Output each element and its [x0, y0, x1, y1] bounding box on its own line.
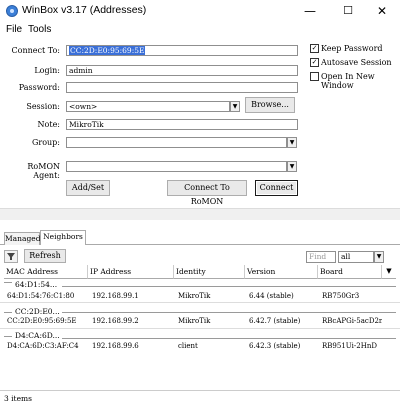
winbox-app-icon — [6, 5, 18, 17]
open-new-window-label: Open In New Window — [321, 72, 375, 90]
cell-mac[interactable]: D4:CA:6D:C3:AF:C4 — [7, 342, 87, 350]
connect-to-label: Connect To: — [11, 46, 60, 55]
cell-board[interactable]: RBcAPGi-5acD2nD — [322, 317, 382, 325]
group-header[interactable]: D4:CA:6D... — [15, 331, 60, 340]
open-new-window-checkbox[interactable] — [310, 72, 319, 81]
column-board[interactable]: Board — [318, 265, 382, 279]
title-bar[interactable]: WinBox v3.17 (Addresses) — ☐ ✕ — [0, 0, 400, 22]
cell-ip[interactable]: 192.168.99.2 — [92, 317, 172, 325]
romon-agent-label: RoMON Agent: — [27, 162, 60, 180]
cell-identity[interactable]: MikroTik — [178, 292, 244, 300]
cell-ip[interactable]: 192.168.99.1 — [92, 292, 172, 300]
tab-neighbors[interactable]: Neighbors — [40, 230, 86, 245]
group-header[interactable]: 64:D1:54... — [15, 280, 57, 289]
cell-version[interactable]: 6.42.7 (stable) — [249, 317, 317, 325]
cell-mac[interactable]: 64:D1:54:76:C1:80 — [7, 292, 87, 300]
session-label: Session: — [26, 102, 60, 111]
note-label: Note: — [37, 120, 60, 129]
splitter[interactable] — [0, 208, 400, 220]
keep-password-label: Keep Password — [321, 44, 383, 53]
filter-icon — [7, 253, 15, 260]
password-input[interactable] — [66, 82, 298, 93]
minimize-button[interactable]: — — [292, 0, 328, 22]
group-label: Group: — [32, 138, 60, 147]
cell-board[interactable]: RB951Ui-2HnD — [322, 342, 382, 350]
menu-tools[interactable]: Tools — [28, 22, 51, 37]
login-label: Login: — [34, 66, 60, 75]
group-line — [4, 282, 12, 283]
group-separator — [62, 286, 396, 287]
row-divider — [0, 302, 400, 303]
find-input[interactable]: Find — [306, 251, 336, 263]
autosave-session-label: Autosave Session — [321, 58, 392, 67]
note-input[interactable]: MikroTik — [66, 119, 298, 130]
row-divider — [0, 328, 400, 329]
cell-version[interactable]: 6.44 (stable) — [249, 292, 317, 300]
filter-button[interactable] — [4, 250, 18, 263]
add-set-button[interactable]: Add/Set — [66, 180, 110, 196]
column-dropdown-icon[interactable]: ▼ — [382, 265, 396, 279]
group-line — [4, 336, 12, 337]
window-title: WinBox v3.17 (Addresses) — [22, 4, 147, 16]
connect-to-value: CC:2D:E0:95:69:5E — [69, 46, 146, 55]
tab-managed[interactable]: Managed — [4, 232, 41, 245]
filter-dropdown-icon[interactable]: ▼ — [374, 251, 384, 263]
browse-button[interactable]: Browse... — [245, 97, 295, 113]
column-identity[interactable]: Identity — [174, 265, 245, 279]
menu-bar: File Tools — [0, 22, 400, 37]
cell-board[interactable]: RB750Gr3 — [322, 292, 382, 300]
refresh-button[interactable]: Refresh — [24, 249, 66, 263]
romon-dropdown-icon[interactable]: ▼ — [287, 161, 297, 172]
connect-button[interactable]: Connect — [255, 180, 298, 196]
column-mac-address[interactable]: MAC Address — [4, 265, 88, 279]
login-input[interactable]: admin — [66, 65, 298, 76]
column-ip-address[interactable]: IP Address — [88, 265, 174, 279]
connect-to-input[interactable]: CC:2D:E0:95:69:5E — [66, 45, 298, 56]
romon-agent-select[interactable] — [66, 161, 287, 172]
keep-password-checkbox[interactable]: ✓ — [310, 44, 319, 53]
password-label: Password: — [18, 83, 60, 92]
group-dropdown-icon[interactable]: ▼ — [287, 137, 297, 148]
group-separator — [62, 338, 396, 339]
autosave-session-checkbox[interactable]: ✓ — [310, 58, 319, 67]
item-count: 3 items — [4, 394, 32, 403]
menu-file[interactable]: File — [6, 22, 22, 37]
cell-identity[interactable]: client — [178, 342, 244, 350]
connect-to-romon-button[interactable]: Connect To RoMON — [167, 180, 247, 206]
group-line — [4, 312, 12, 313]
status-bar: 3 items — [0, 390, 400, 407]
group-separator — [62, 312, 396, 313]
maximize-button[interactable]: ☐ — [330, 0, 366, 22]
cell-identity[interactable]: MikroTik — [178, 317, 244, 325]
session-select[interactable]: <own> — [66, 101, 230, 112]
filter-select[interactable]: all — [338, 251, 374, 263]
column-version[interactable]: Version — [245, 265, 318, 279]
cell-mac[interactable]: CC:2D:E0:95:69:5E — [7, 317, 87, 325]
group-header[interactable]: CC:2D:E0... — [15, 307, 60, 316]
cell-version[interactable]: 6.42.3 (stable) — [249, 342, 317, 350]
group-select[interactable] — [66, 137, 287, 148]
session-dropdown-icon[interactable]: ▼ — [230, 101, 240, 112]
close-button[interactable]: ✕ — [364, 0, 400, 22]
cell-ip[interactable]: 192.168.99.6 — [92, 342, 172, 350]
